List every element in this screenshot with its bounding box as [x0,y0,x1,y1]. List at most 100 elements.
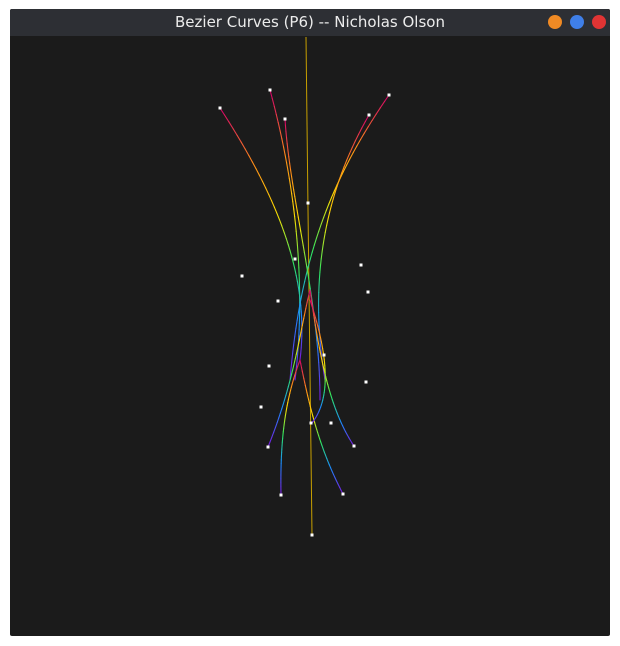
curve-segment [232,127,238,136]
curve-segment [296,354,299,363]
bezier-curve [284,118,321,401]
curve-segment [286,162,289,172]
curve-segment [285,136,288,145]
curve-segment [236,134,242,143]
curve-segment [300,366,303,372]
curve-segment [300,363,303,368]
control-point[interactable] [268,88,272,92]
bezier-curve [318,114,370,381]
curve-segment [297,216,301,225]
curve-segment [361,120,366,129]
bezier-curve [289,94,390,381]
control-point[interactable] [218,106,222,110]
curve-segment [281,403,284,410]
curve-segment [283,394,287,401]
curve-segment [294,216,297,225]
minimize-button[interactable] [548,15,562,29]
curve-segment [296,281,300,289]
curve-segment [317,325,320,331]
curve-segment [265,187,270,195]
curve-segment [295,274,298,283]
control-point[interactable] [283,117,287,121]
curve-segment [290,361,293,372]
control-point[interactable] [322,353,326,357]
control-point[interactable] [309,421,313,425]
bezier-curve [219,107,303,361]
curve-segment [298,339,300,344]
curve-segment [289,162,292,171]
control-point[interactable] [329,421,333,425]
curve-segment [287,149,290,158]
curve-segment [299,353,302,361]
control-point[interactable] [276,299,280,303]
curve-segment [284,154,288,164]
title-bar[interactable]: Bezier Curves (P6) -- Nicholas Olson [10,9,610,36]
stem-curve [305,36,313,536]
curve-segment [313,314,316,321]
curve-segment [300,347,302,355]
control-point[interactable] [341,492,345,496]
curve-segment [351,140,357,148]
curve-segment [316,347,319,356]
curve-segment [282,399,286,405]
curve-segment [314,324,317,331]
curve-segment [363,126,369,134]
control-point[interactable] [293,257,297,261]
control-point[interactable] [259,405,263,409]
control-point[interactable] [266,445,270,449]
curve-segment [294,327,297,338]
curve-segment [327,384,330,389]
curve-segment [284,124,287,132]
curve-segment [313,237,318,246]
curve-segment [375,107,381,115]
curve-segment [360,132,365,140]
curve-segment [293,208,296,218]
curve-segment [278,412,281,419]
control-point[interactable] [387,93,391,97]
control-point[interactable] [366,290,370,294]
bezier-scene[interactable] [10,36,610,636]
curve-segment [325,203,330,212]
curve-segment [291,369,294,375]
curve-segment [352,145,358,153]
curve-segment [291,353,294,363]
control-point[interactable] [279,493,283,497]
curve-segment [348,146,353,155]
bezier-curve [309,299,326,424]
curve-segment [273,105,277,116]
control-point[interactable] [310,533,314,537]
close-button[interactable] [592,15,606,29]
curve-segment [320,251,323,260]
control-point[interactable] [364,380,368,384]
control-point[interactable] [240,274,244,278]
curve-segment [326,380,329,386]
curve-segment [319,265,322,273]
curve-segment [319,338,322,347]
maximize-button[interactable] [570,15,584,29]
curve-segment [321,344,324,350]
curve-segment [331,398,334,404]
curve-segment [279,408,283,414]
curve-segment [277,122,281,132]
curve-segment [255,167,260,176]
curve-segment [330,198,334,207]
curve-segment [379,100,386,109]
control-point[interactable] [359,263,363,267]
curve-segment [288,156,291,164]
control-point[interactable] [352,444,356,448]
control-point[interactable] [306,201,310,205]
control-point[interactable] [367,113,371,117]
curve-segment [303,251,307,261]
control-point[interactable] [267,364,271,368]
curve-segment [281,138,285,148]
curve-segment [367,119,373,128]
curve-segment [356,138,362,147]
curve-segment [273,206,278,214]
drawing-canvas[interactable] [10,36,610,636]
curve-segment [318,223,322,232]
curve-segment [296,238,299,247]
curve-segment [292,262,296,270]
curve-segment [305,258,308,268]
curve-segment [318,347,321,353]
curve-segment [354,133,360,142]
